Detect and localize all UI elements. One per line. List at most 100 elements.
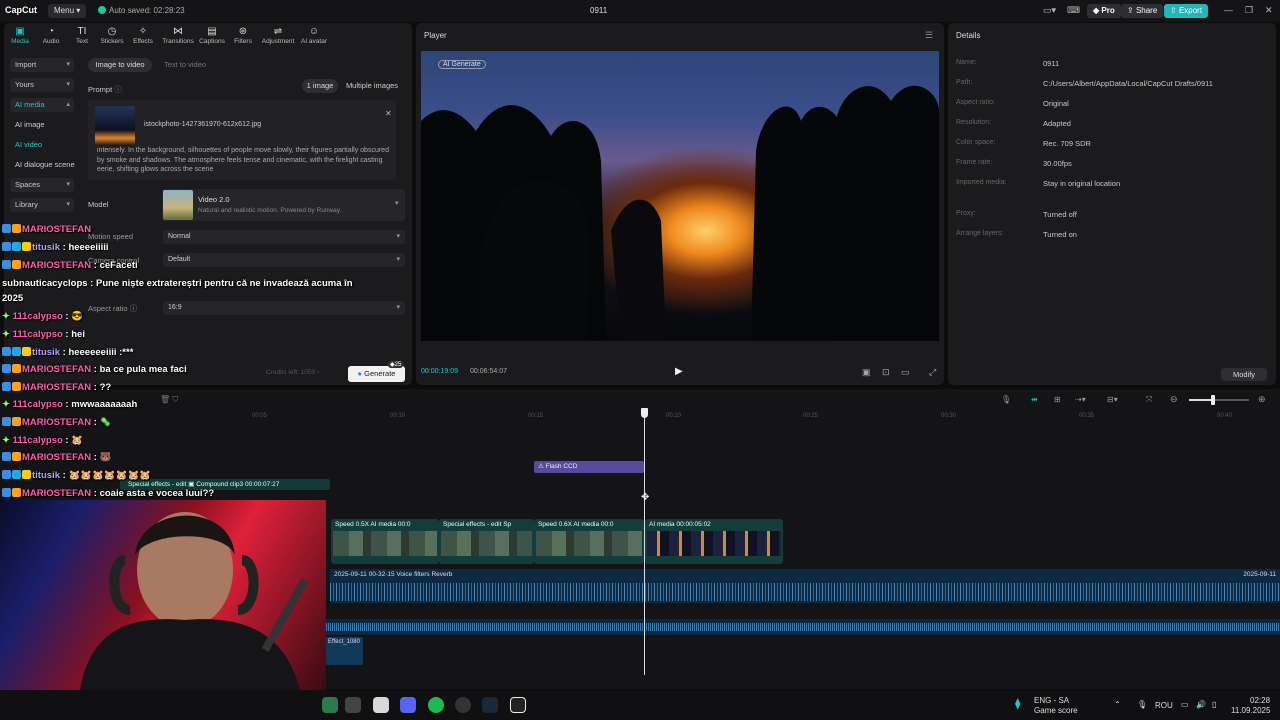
tool-audio[interactable]: ◔ Audio — [36, 26, 66, 45]
motion-speed-select[interactable]: Normal ▾ — [163, 230, 405, 244]
export-button[interactable]: ⇧ Export — [1164, 4, 1209, 18]
tick-label: 00:05 — [252, 413, 268, 419]
filters-icon: ⊛ — [238, 26, 248, 37]
effect-clip-flash[interactable]: ⚠ Flash CCD — [534, 461, 644, 473]
shortcuts-icon[interactable]: ⌨ — [1067, 5, 1080, 16]
tab-text-to-video[interactable]: Text to video — [157, 58, 213, 72]
playhead-line[interactable] — [644, 410, 645, 675]
video-clip[interactable]: AI media 00:00:05:02 — [645, 519, 783, 564]
ai-avatar-icon: ☺ — [308, 26, 320, 37]
prompt-text[interactable]: intensely. In the background, silhouette… — [97, 146, 395, 174]
zoom-slider-handle[interactable] — [1211, 395, 1215, 405]
mic-tray-icon[interactable]: 🎙 — [1137, 700, 1147, 709]
clock-time[interactable]: 02:28 — [1250, 696, 1270, 705]
ratio-icon[interactable]: ▭ — [901, 367, 910, 378]
detail-name-value: 0911 — [1043, 59, 1060, 68]
zoom-in-icon[interactable]: ⊕ — [1258, 394, 1266, 405]
sidebar-item-ai-video[interactable]: AI video — [10, 138, 74, 152]
multiple-images-toggle[interactable]: Multiple images — [342, 79, 402, 93]
link-icon[interactable]: ⇹ — [1031, 395, 1038, 404]
taskbar-app-icon[interactable] — [322, 697, 338, 713]
tool-stickers[interactable]: ◷ Stickers — [97, 26, 127, 45]
keyboard-layout[interactable]: ROU — [1155, 701, 1173, 710]
aspect-ratio-label: Aspect ratio ⓘ — [88, 304, 138, 313]
tool-filters[interactable]: ⊛ Filters — [228, 26, 258, 45]
prompt-image-thumbnail — [95, 106, 135, 146]
pro-button[interactable]: ◆ Pro — [1087, 4, 1121, 18]
preview-axis-icon[interactable]: ⇢▾ — [1075, 395, 1086, 404]
close-icon[interactable]: ✕ — [1265, 5, 1273, 16]
zoom-slider-fill — [1189, 399, 1213, 401]
taskbar-app-icon[interactable] — [455, 697, 471, 713]
snap-icon[interactable]: ⊞ — [1054, 395, 1061, 404]
spotify-icon[interactable] — [428, 697, 444, 713]
model-select[interactable] — [162, 189, 405, 221]
crop-icon[interactable]: ⊡ — [882, 367, 890, 378]
audio-icon: ◔ — [47, 26, 55, 37]
tool-text[interactable]: TI Text — [67, 26, 97, 45]
game-score-label: Game score — [1034, 706, 1078, 715]
audio-clip-voice[interactable]: 2025-09-11 00-32-15 Voice filters Reverb… — [330, 569, 1280, 603]
tool-effects[interactable]: ✧ Effects — [128, 26, 158, 45]
camera-control-select[interactable]: Default ▾ — [163, 253, 405, 267]
sidebar-item-import[interactable]: Import ▾ — [10, 58, 74, 72]
chevron-up-icon[interactable]: ⌃ — [1114, 700, 1121, 709]
minimize-icon[interactable]: — — [1224, 5, 1233, 15]
fit-icon[interactable]: ⤧ — [1146, 395, 1152, 405]
taskbar-app-icon[interactable] — [345, 697, 361, 713]
quality-icon[interactable]: ▣ — [862, 367, 871, 378]
audio-clip-music[interactable] — [326, 619, 1280, 635]
sidebar-item-spaces[interactable]: Spaces ▾ — [10, 178, 74, 192]
share-button[interactable]: ⇪ Share — [1121, 4, 1164, 18]
tick-label: 00:40 — [1217, 413, 1233, 419]
volume-icon[interactable]: 🔊 — [1196, 700, 1206, 709]
video-preview[interactable] — [421, 51, 939, 341]
mic-icon[interactable]: 🎙 — [1001, 395, 1011, 404]
effect-audio-clip[interactable]: Effect_1080 — [326, 637, 363, 665]
generate-button[interactable]: ● Generate — [348, 366, 405, 382]
maximize-icon[interactable]: ❐ — [1245, 5, 1253, 16]
tool-captions[interactable]: ▤ Captions — [196, 26, 228, 45]
chat-line: titusik : heeeeeeiiii :*** — [2, 347, 133, 358]
tool-media[interactable]: ▣ Media — [5, 26, 35, 45]
sidebar-item-ai-image[interactable]: AI image — [10, 118, 74, 132]
tool-transitions[interactable]: ⋈ Transitions — [161, 26, 195, 45]
battery-icon[interactable]: ▯ — [1212, 700, 1216, 709]
network-icon[interactable]: ▭ — [1181, 700, 1189, 709]
video-clip[interactable]: Speed 0.6X AI media 00:0 — [534, 519, 644, 564]
single-image-toggle[interactable]: 1 image — [302, 79, 338, 93]
discord-icon[interactable] — [400, 697, 416, 713]
playhead-handle[interactable] — [641, 408, 648, 418]
sidebar-item-yours[interactable]: Yours ▾ — [10, 78, 74, 92]
marker-icon[interactable]: ⛉ — [172, 395, 178, 404]
fullscreen-icon[interactable]: ⤢ — [929, 367, 936, 378]
game-score-icon[interactable]: ⧫ — [1015, 697, 1020, 710]
modify-button[interactable]: Modify — [1221, 368, 1267, 381]
video-clip[interactable]: Special effects - edit Sp — [439, 519, 534, 564]
taskbar-app-icon[interactable] — [373, 697, 389, 713]
sidebar-item-ai-media[interactable]: AI media ▴ — [10, 98, 74, 112]
layout-icon[interactable]: ▭▾ — [1043, 5, 1056, 16]
zoom-out-icon[interactable]: ⊖ — [1170, 394, 1178, 405]
menu-button[interactable]: Menu ▾ — [48, 4, 87, 18]
taskbar — [0, 690, 1280, 720]
tool-ai-avatar[interactable]: ☺ AI avatar — [299, 26, 329, 45]
capcut-icon[interactable] — [510, 697, 526, 713]
clock-date[interactable]: 11.09.2025 — [1231, 706, 1270, 715]
player-menu-icon[interactable]: ☰ — [925, 30, 933, 41]
remove-image-icon[interactable]: ✕ — [385, 109, 392, 118]
sidebar-item-library[interactable]: Library ▾ — [10, 198, 74, 212]
chat-line: MARIOSTEFAN : 🦠 — [2, 417, 111, 428]
video-clip[interactable]: Speed 0.5X AI media 00:0 — [331, 519, 439, 564]
tool-adjustment[interactable]: ⇌ Adjustment — [259, 26, 297, 45]
tab-image-to-video[interactable]: Image to video — [88, 58, 152, 72]
split-icon[interactable]: ⊟▾ — [1107, 395, 1118, 404]
motion-speed-label: Motion speed — [88, 232, 134, 241]
detail-proxy-label: Proxy: — [956, 210, 976, 217]
sidebar-item-ai-dialogue-scene[interactable]: AI dialogue scene — [10, 158, 80, 172]
lang-indicator[interactable]: ENG - SA — [1034, 696, 1069, 705]
delete-icon[interactable]: 🗑 — [160, 395, 170, 404]
aspect-ratio-select[interactable]: 16:9 ▾ — [163, 301, 405, 315]
steam-icon[interactable] — [482, 697, 498, 713]
play-icon[interactable]: ▶ — [675, 366, 683, 377]
